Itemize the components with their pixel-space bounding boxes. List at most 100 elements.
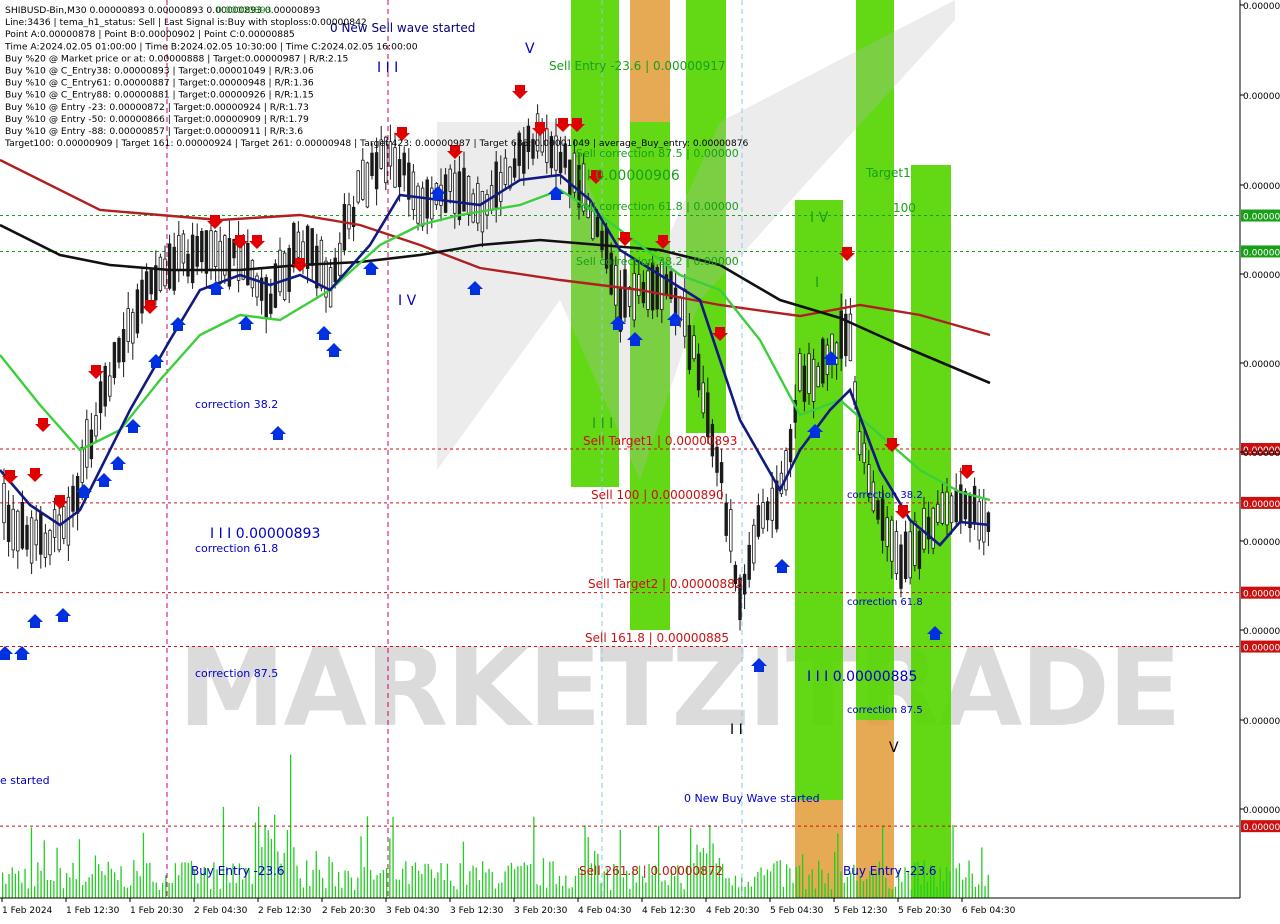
annotation-label: V xyxy=(889,740,899,756)
candle-body xyxy=(181,233,186,264)
volume-bar xyxy=(683,889,685,898)
header-line: Buy %10 @ C_Entry88: 0.00000881 | Target… xyxy=(5,90,314,101)
header-line: Target100: 0.00000909 | Target 161: 0.00… xyxy=(4,138,749,149)
header-overlay-value: 0.00000893 xyxy=(216,5,272,16)
volume-bar xyxy=(251,884,253,898)
candle-body xyxy=(595,216,600,237)
volume-bar xyxy=(958,863,961,898)
candle-body xyxy=(959,484,963,523)
volume-bar xyxy=(158,890,161,898)
volume-bar xyxy=(334,886,337,898)
level-label: Sell Entry -23.6 | 0.00000917 xyxy=(549,59,725,73)
volume-bar xyxy=(779,860,781,898)
candle-body xyxy=(370,152,374,177)
candle-body xyxy=(627,287,632,307)
candle-body xyxy=(719,462,724,484)
volume-bar xyxy=(622,877,625,898)
x-tick-label: 5 Feb 04:30 xyxy=(770,906,824,916)
volume-bar xyxy=(149,862,151,898)
candle-body xyxy=(857,431,862,456)
candle-body xyxy=(333,257,337,283)
volume-bar xyxy=(162,883,164,898)
volume-bar xyxy=(75,879,77,898)
annotation-label: Target1 xyxy=(865,166,911,180)
volume-bar xyxy=(123,886,125,898)
volume-bar xyxy=(37,862,39,898)
volume-bar xyxy=(750,886,753,898)
candle-body xyxy=(374,152,379,190)
volume-bar xyxy=(370,870,372,898)
volume-bar xyxy=(866,878,868,898)
volume-bar xyxy=(680,883,682,898)
candle-body xyxy=(591,210,595,240)
volume-bar xyxy=(645,882,647,898)
x-tick-label: 1 Feb 12:30 xyxy=(66,906,120,916)
volume-bar xyxy=(846,877,849,898)
volume-bar xyxy=(299,878,301,898)
volume-bar xyxy=(56,847,58,898)
volume-bar xyxy=(59,868,61,898)
annotation-label: correction 87.5 xyxy=(195,667,278,680)
plot-area[interactable]: MARKETZITRADE Sell Entry -23.6 | 0.00000… xyxy=(0,0,1240,898)
volume-bar xyxy=(482,861,484,898)
volume-bar xyxy=(920,884,922,898)
candle-body xyxy=(747,544,751,580)
volume-bar xyxy=(808,874,810,898)
volume-bar xyxy=(155,882,157,898)
volume-bar xyxy=(82,885,84,898)
candle-body xyxy=(416,185,420,224)
volume-bar xyxy=(171,882,173,898)
level-label: Sell Target2 | 0.00000882 xyxy=(588,577,742,591)
candle-body xyxy=(85,419,89,468)
volume-bar xyxy=(376,875,378,898)
level-label: Sell 261.8 | 0.00000872 xyxy=(579,864,723,878)
candle-body xyxy=(922,507,926,550)
volume-bar xyxy=(734,875,737,898)
annotation-label: correction 38.2 xyxy=(195,398,278,411)
chart-svg[interactable]: MARKETZITRADE Sell Entry -23.6 | 0.00000… xyxy=(0,0,1280,920)
volume-bar xyxy=(744,887,746,898)
y-tick-label: 0.00000 xyxy=(1243,806,1280,816)
volume-bar xyxy=(178,875,180,898)
volume-bar xyxy=(136,871,138,898)
volume-bar xyxy=(8,874,10,898)
volume-bar xyxy=(725,878,727,898)
volume-bar xyxy=(830,889,833,898)
volume-bar xyxy=(901,881,903,898)
volume-bar xyxy=(62,888,65,898)
annotation-label: I I I 0.00000885 xyxy=(807,669,917,685)
volume-bar xyxy=(728,878,730,898)
volume-bar xyxy=(446,863,449,898)
volume-bar xyxy=(197,883,199,898)
volume-bar xyxy=(325,888,327,898)
volume-bar xyxy=(843,882,845,898)
x-tick-label: 2 Feb 20:30 xyxy=(322,906,376,916)
y-tick-label: 0.00000 xyxy=(1243,717,1280,727)
candle-body xyxy=(765,501,770,521)
volume-bar xyxy=(296,865,298,898)
volume-bar xyxy=(424,863,426,898)
volume-bar xyxy=(978,884,980,898)
x-tick-label: 1 Feb 20:30 xyxy=(130,906,184,916)
candle-body xyxy=(903,531,908,579)
chart-root[interactable]: MARKETZITRADE Sell Entry -23.6 | 0.00000… xyxy=(0,0,1280,920)
candle-body xyxy=(287,247,291,292)
price-axis: 0.00000 0.00000 0.00000 0.00000 0.00000 0.000… xyxy=(1239,0,1280,920)
candle-body xyxy=(75,475,80,514)
volume-bar xyxy=(565,875,567,898)
candle-body xyxy=(126,308,130,342)
candle-body xyxy=(936,503,940,523)
candle-body xyxy=(977,501,981,541)
volume-bar xyxy=(549,861,551,898)
level-label: Sell 161.8 | 0.00000885 xyxy=(585,631,729,645)
header-line: Buy %10 @ C_Entry38: 0.00000893 | Target… xyxy=(5,66,314,77)
candle-body xyxy=(117,337,121,363)
volume-bar xyxy=(805,889,807,898)
candle-body xyxy=(80,446,84,483)
candle-body xyxy=(894,531,899,574)
volume-bar xyxy=(427,863,429,898)
volume-bar xyxy=(584,825,586,898)
candle-body xyxy=(972,485,977,525)
price-tag-label: 0.00000 xyxy=(1243,500,1280,510)
candle-body xyxy=(407,162,411,200)
